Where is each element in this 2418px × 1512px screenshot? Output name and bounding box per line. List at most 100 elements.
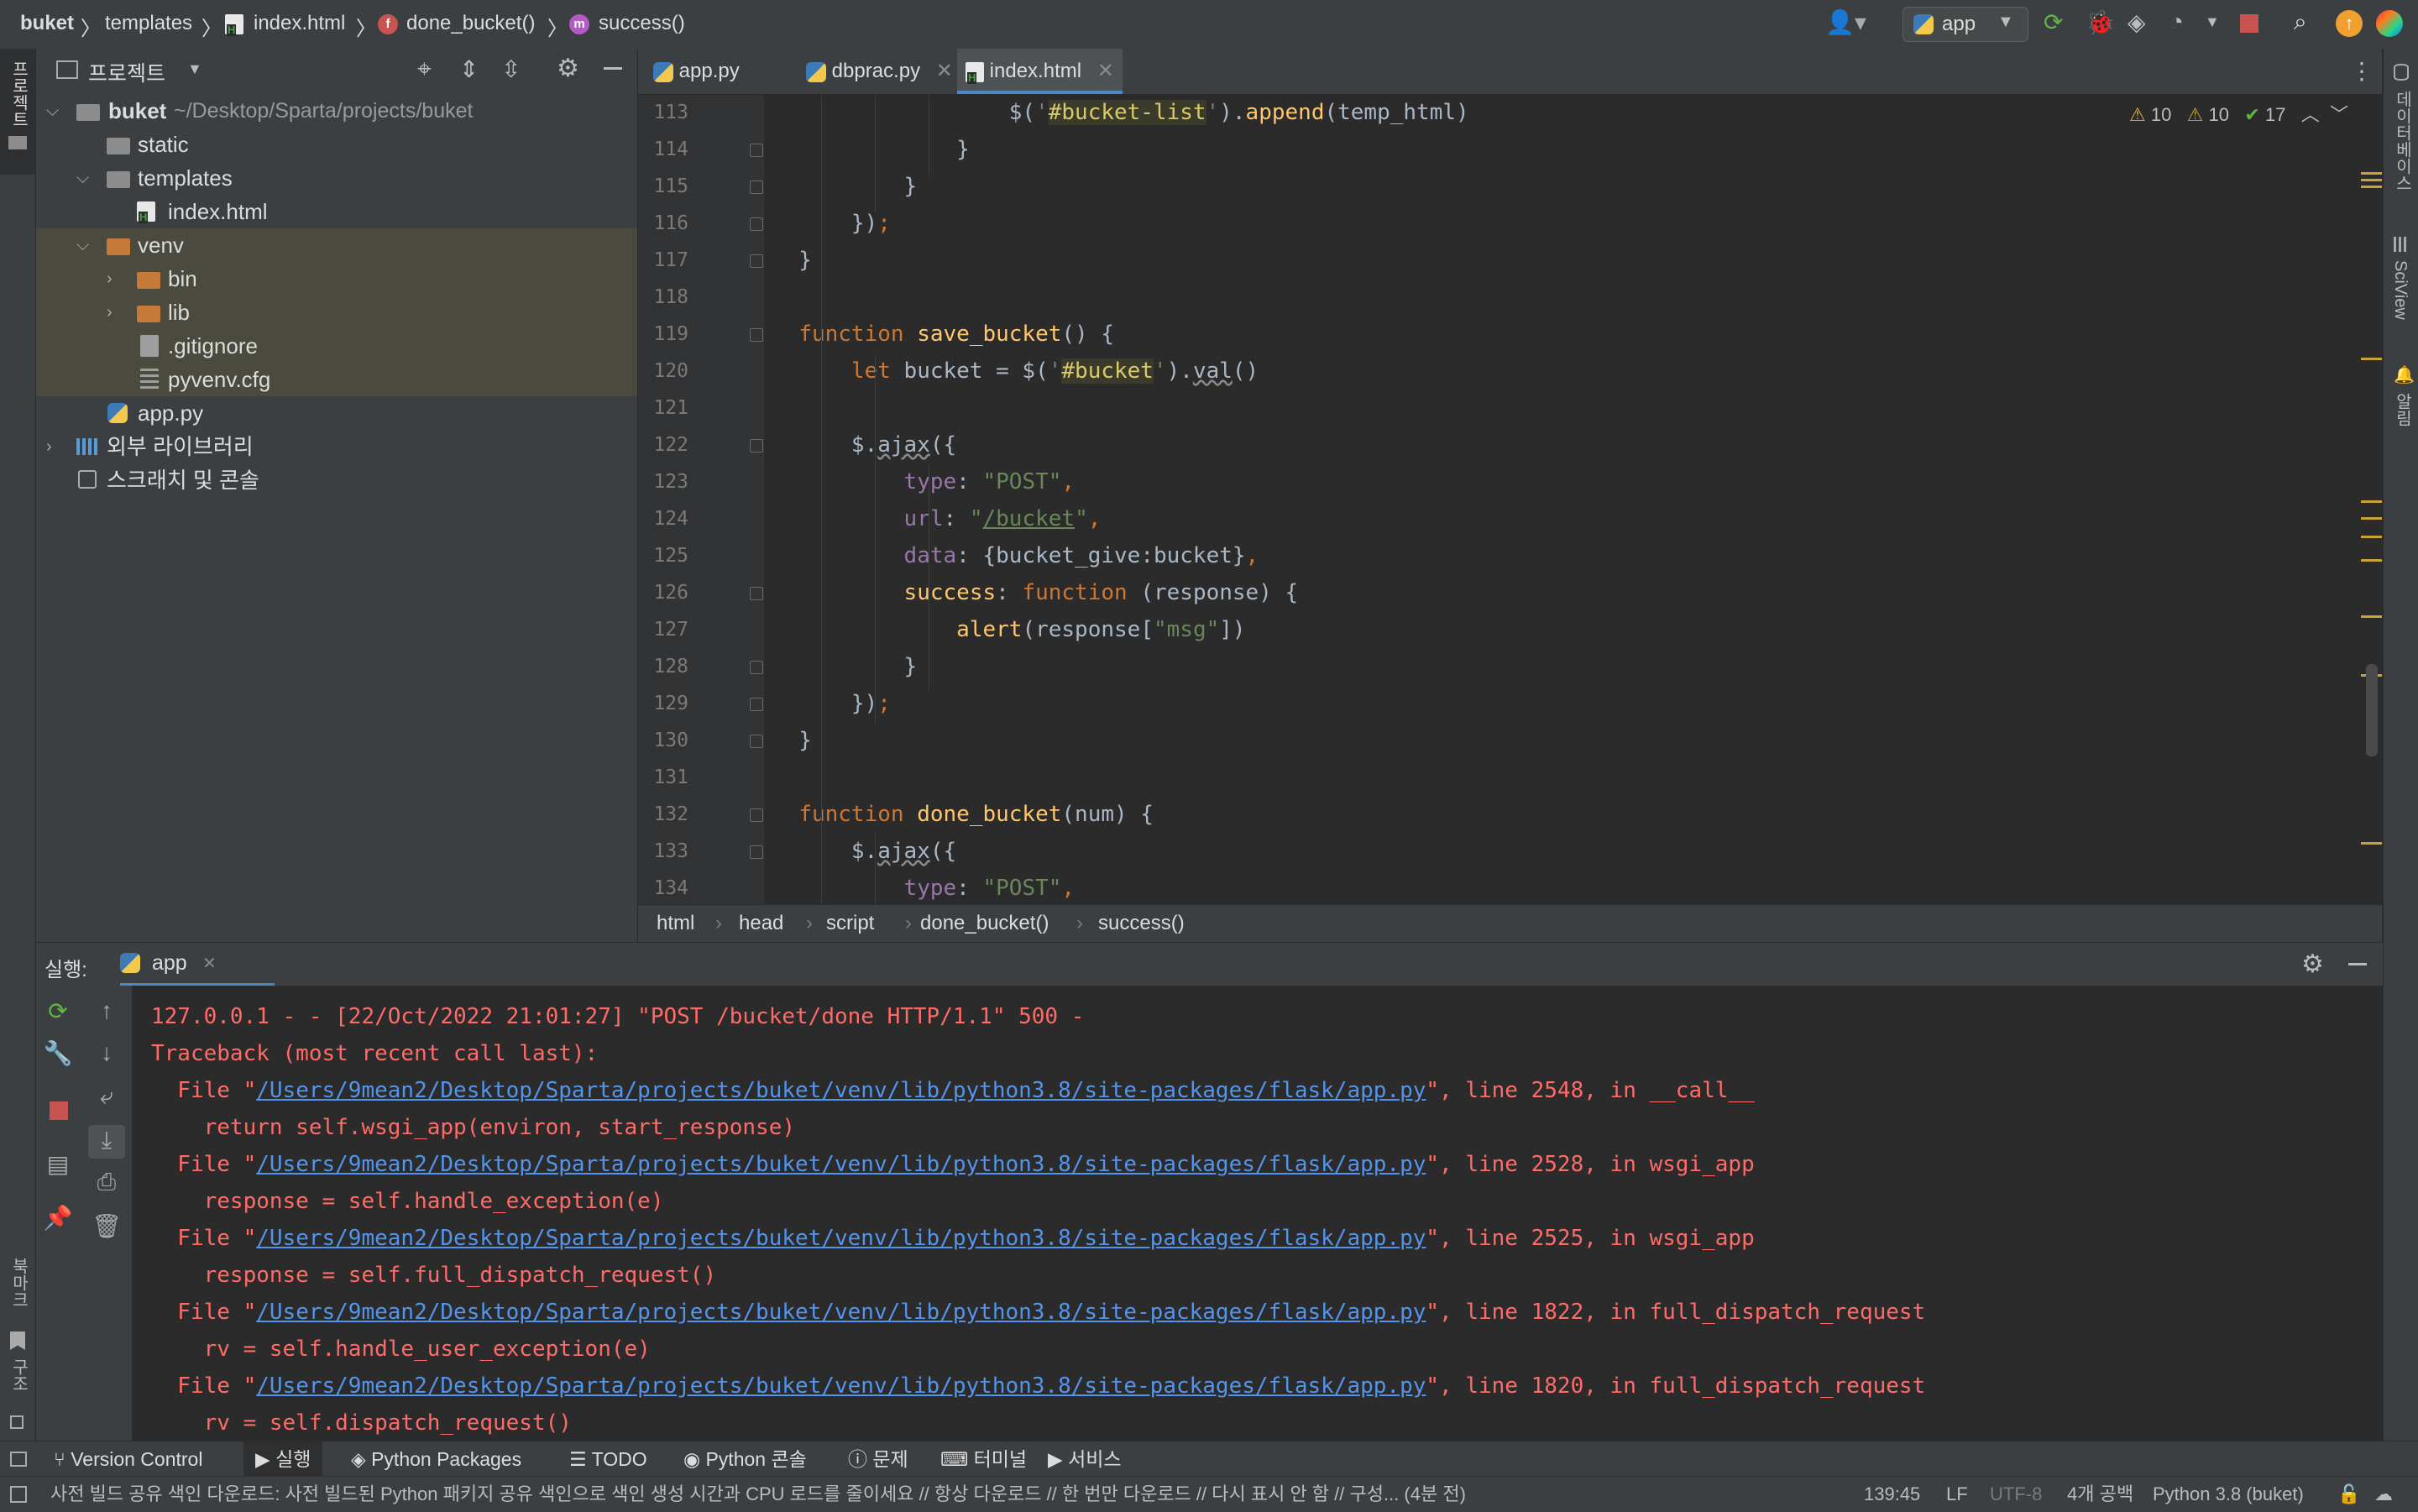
- rerun-icon[interactable]: ⟳: [41, 997, 75, 1025]
- tree-item-templates[interactable]: ⌵ templates: [36, 161, 637, 195]
- scrollbar-warning-mark[interactable]: [2361, 186, 2382, 188]
- tree-item-external-libraries[interactable]: › 외부 라이브러리: [36, 430, 637, 463]
- arrow-down-icon[interactable]: ↓: [90, 1039, 123, 1066]
- file-link[interactable]: /Users/9mean2/Desktop/Sparta/projects/bu…: [256, 1152, 1426, 1177]
- breadcrumb-project[interactable]: buket: [20, 12, 74, 35]
- locate-icon[interactable]: ⌖: [417, 55, 432, 84]
- tree-item-bin[interactable]: › bin: [36, 262, 637, 296]
- fold-marker[interactable]: [750, 661, 763, 674]
- fold-marker[interactable]: [750, 328, 763, 342]
- tab-services[interactable]: ▶ 서비스: [1036, 1441, 1133, 1477]
- tree-item-static[interactable]: static: [36, 128, 637, 161]
- expand-all-icon[interactable]: ⇕: [459, 55, 479, 83]
- pin-icon[interactable]: 📌: [41, 1204, 75, 1232]
- breadcrumb-function[interactable]: done_bucket(): [406, 12, 535, 35]
- tab-terminal[interactable]: ⌨ 터미널: [929, 1441, 1039, 1477]
- tool-strip-bookmarks[interactable]: 북마크: [0, 1249, 35, 1367]
- tool-windows-icon[interactable]: [10, 1486, 27, 1503]
- tree-item-root[interactable]: ⌵ buket ~/Desktop/Sparta/projects/buket: [36, 94, 637, 128]
- tab-version-control[interactable]: ⑂ Version Control: [42, 1441, 214, 1477]
- line-separator[interactable]: LF: [1946, 1477, 1968, 1512]
- fold-marker[interactable]: [750, 587, 763, 600]
- rerun-icon[interactable]: ⟳: [2044, 8, 2063, 36]
- breadcrumb-file[interactable]: index.html: [254, 12, 345, 35]
- editor-scrollbar-thumb[interactable]: [2366, 664, 2378, 756]
- more-actions-icon[interactable]: ▼: [2205, 13, 2220, 31]
- tool-strip-database[interactable]: 데이터베이스: [2384, 57, 2418, 233]
- coverage-icon[interactable]: ◈: [2128, 8, 2146, 36]
- project-panel-title[interactable]: 프로젝트: [88, 57, 165, 87]
- jetbrains-logo-icon[interactable]: [2376, 10, 2403, 37]
- tab-python-packages[interactable]: ◈ Python Packages: [339, 1441, 533, 1477]
- file-link[interactable]: /Users/9mean2/Desktop/Sparta/projects/bu…: [256, 1373, 1426, 1399]
- close-icon[interactable]: ✕: [1097, 60, 1114, 82]
- tool-strip-structure[interactable]: 구조: [0, 1358, 35, 1442]
- fold-marker[interactable]: [750, 254, 763, 268]
- run-tab-app[interactable]: app ✕: [120, 943, 275, 986]
- tool-strip-notifications[interactable]: 🔔 알림: [2384, 351, 2418, 468]
- arrow-up-icon[interactable]: ↑: [90, 997, 123, 1024]
- fold-marker[interactable]: [750, 439, 763, 453]
- breadcrumb-done-bucket[interactable]: done_bucket(): [920, 905, 1049, 942]
- close-icon[interactable]: ✕: [936, 60, 953, 82]
- breadcrumb-folder[interactable]: templates: [105, 12, 192, 35]
- debug-icon[interactable]: 🐞: [2086, 8, 2115, 36]
- minimize-icon[interactable]: [604, 67, 622, 70]
- fold-marker[interactable]: [750, 217, 763, 231]
- layout-icon[interactable]: ▤: [41, 1150, 75, 1178]
- scrollbar-warning-mark[interactable]: [2361, 615, 2382, 618]
- tab-python-console[interactable]: ◉ Python 콘솔: [672, 1441, 819, 1477]
- scrollbar-warning-mark[interactable]: [2361, 559, 2382, 562]
- tab-app-py[interactable]: app.py: [645, 49, 748, 94]
- tab-run[interactable]: ▶ 실행: [243, 1441, 323, 1477]
- chevron-up-icon[interactable]: ︿: [2301, 104, 2320, 125]
- breadcrumb-success[interactable]: success(): [1098, 905, 1185, 942]
- layout-toggle-icon[interactable]: [10, 1452, 27, 1467]
- user-icon[interactable]: 👤▾: [1825, 8, 1866, 36]
- scrollbar-warning-mark[interactable]: [2361, 172, 2382, 175]
- chevron-down-icon[interactable]: ﹀: [2330, 104, 2348, 125]
- soft-wrap-icon[interactable]: ⤶: [90, 1083, 123, 1111]
- print-icon[interactable]: ⎙: [90, 1169, 123, 1196]
- indent-setting[interactable]: 4개 공백: [2067, 1477, 2133, 1512]
- code-editor[interactable]: ⚠ 10 ⚠ 10 ✔ 17 ︿ ﹀ $('#bucket-list').app…: [638, 95, 2382, 904]
- run-console[interactable]: - - - - - - - - - - - 127.0.0.1 - - [22/…: [133, 986, 2383, 1441]
- tree-item-app-py[interactable]: app.py: [36, 396, 637, 430]
- scrollbar-warning-mark[interactable]: [2361, 517, 2382, 520]
- tree-item-index-html[interactable]: index.html: [36, 195, 637, 228]
- notification-icon[interactable]: ☁: [2374, 1477, 2393, 1512]
- scrollbar-warning-mark[interactable]: [2361, 536, 2382, 538]
- breadcrumb-script[interactable]: script: [826, 905, 874, 942]
- breadcrumb-method[interactable]: success(): [599, 12, 685, 35]
- search-icon[interactable]: ⌕: [2294, 8, 2307, 36]
- file-link[interactable]: /Users/9mean2/Desktop/Sparta/projects/bu…: [256, 1300, 1426, 1325]
- gear-icon[interactable]: ⚙: [557, 54, 579, 83]
- tree-item-gitignore[interactable]: .gitignore: [36, 329, 637, 363]
- scrollbar-warning-mark[interactable]: [2361, 358, 2382, 360]
- file-link[interactable]: /Users/9mean2/Desktop/Sparta/projects/bu…: [256, 1078, 1426, 1103]
- lock-icon[interactable]: 🔓: [2337, 1477, 2360, 1512]
- wrench-icon[interactable]: 🔧: [41, 1039, 75, 1067]
- tab-todo[interactable]: ☰ TODO: [557, 1441, 659, 1477]
- close-icon[interactable]: ✕: [202, 953, 217, 974]
- fold-marker[interactable]: [750, 735, 763, 748]
- run-config-selector[interactable]: app ▼: [1902, 7, 2028, 42]
- fold-marker[interactable]: [750, 845, 763, 859]
- file-link[interactable]: /Users/9mean2/Desktop/Sparta/projects/bu…: [256, 1226, 1426, 1251]
- minimize-icon[interactable]: [2348, 963, 2367, 965]
- stop-icon[interactable]: [2240, 14, 2258, 33]
- chevron-down-icon[interactable]: ▼: [187, 60, 202, 78]
- stop-icon[interactable]: [50, 1101, 68, 1120]
- tree-item-venv[interactable]: ⌵ venv: [36, 228, 637, 262]
- scrollbar-warning-mark[interactable]: [2361, 179, 2382, 181]
- gear-icon[interactable]: ⚙: [2301, 950, 2324, 979]
- tool-strip-project[interactable]: 프로젝트: [0, 49, 35, 175]
- scrollbar-warning-mark[interactable]: [2361, 842, 2382, 845]
- tab-problems[interactable]: ⓘ 문제: [836, 1441, 920, 1477]
- more-icon[interactable]: ⋮: [2350, 57, 2374, 85]
- tab-dbprac-py[interactable]: dbprac.py ✕: [798, 49, 961, 94]
- breadcrumb-head[interactable]: head: [739, 905, 783, 942]
- fold-marker[interactable]: [750, 808, 763, 822]
- interpreter-selector[interactable]: Python 3.8 (buket): [2153, 1477, 2304, 1512]
- tab-index-html[interactable]: index.html ✕: [957, 49, 1123, 94]
